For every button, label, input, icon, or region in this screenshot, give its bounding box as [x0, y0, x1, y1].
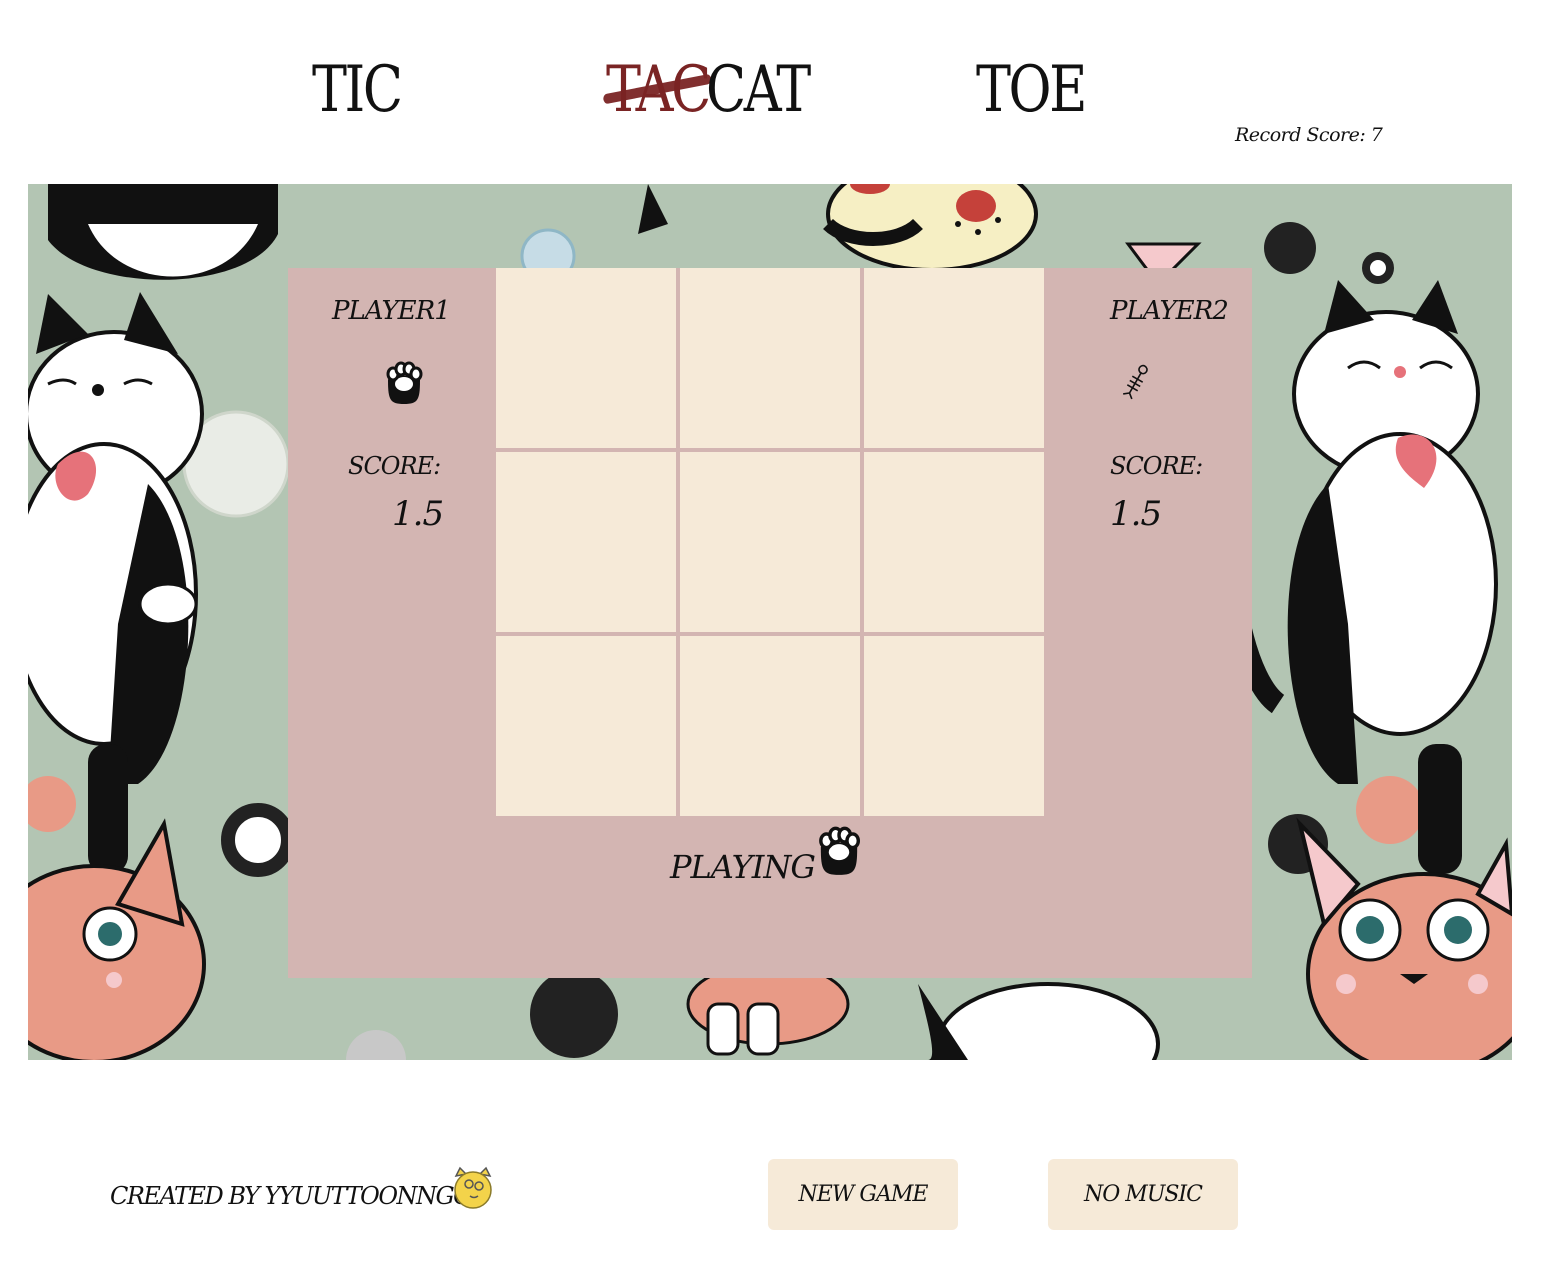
tic-tac-toe-board [496, 268, 1044, 816]
board-cell[interactable] [496, 452, 676, 632]
board-cell[interactable] [680, 636, 860, 816]
paw-icon [382, 360, 426, 410]
player2-score-value: 1.5 [1110, 494, 1162, 534]
board-cell[interactable] [864, 268, 1044, 448]
status-playing: playing [670, 848, 816, 886]
player1-score-label: score: [348, 452, 441, 480]
title-toe: TOE [976, 53, 1087, 127]
player1-score-value: 1.5 [392, 494, 444, 534]
current-player-paw-icon [814, 824, 864, 882]
new-game-button[interactable]: new game [768, 1159, 958, 1230]
title-cat: CAT [706, 53, 811, 127]
player2-score-label: score: [1110, 452, 1203, 480]
title-tic: TIC [312, 53, 403, 127]
board-cell[interactable] [496, 636, 676, 816]
record-score: Record Score: 7 [1235, 124, 1383, 146]
board-cell[interactable] [864, 452, 1044, 632]
game-page: TIC TAC CAT TOE Record Score: 7 [0, 0, 1550, 1288]
board-cell[interactable] [496, 268, 676, 448]
fish-bone-icon [1122, 360, 1152, 404]
player2-name: player2 [1110, 296, 1229, 326]
cat-emoji-icon [452, 1166, 494, 1214]
title-tac: TAC [602, 58, 713, 122]
creator-credit: created by yyuuttoonngg [110, 1182, 472, 1210]
board-cell[interactable] [680, 268, 860, 448]
no-music-button[interactable]: no music [1048, 1159, 1238, 1230]
board-cell[interactable] [680, 452, 860, 632]
board-cell[interactable] [864, 636, 1044, 816]
player1-name: player1 [332, 296, 451, 326]
